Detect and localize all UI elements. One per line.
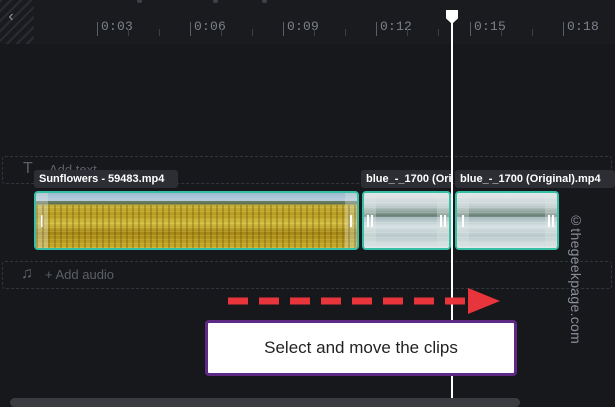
ruler-marker: [262, 0, 267, 3]
video-clip-blue-1[interactable]: [362, 191, 451, 250]
ruler-tick: [252, 29, 253, 36]
video-clip-blue-2[interactable]: [455, 191, 559, 250]
ruler-tick: [221, 29, 222, 36]
ruler-marker: [213, 0, 218, 3]
callout-text: Select and move the clips: [264, 338, 458, 357]
trim-handle-right[interactable]: [345, 193, 357, 248]
ruler-tick: [159, 29, 160, 36]
trim-handle-right[interactable]: [437, 193, 449, 248]
chevron-left-icon[interactable]: ‹: [3, 9, 19, 25]
ruler-tick: [345, 29, 346, 36]
ruler-tick: [190, 22, 191, 36]
add-audio-label[interactable]: + Add audio: [45, 267, 114, 282]
video-clip-sunflowers[interactable]: [34, 191, 359, 250]
ruler-tick: [501, 29, 502, 36]
clip-label-sunflowers: Sunflowers - 59483.mp4: [34, 170, 178, 188]
ruler-tick: [128, 29, 129, 36]
ruler-tick: [470, 22, 471, 36]
ruler-tick: [532, 29, 533, 36]
dashed-arrow-annotation: [228, 288, 500, 314]
instruction-callout: Select and move the clips: [205, 320, 517, 376]
trim-handle-left[interactable]: [36, 193, 48, 248]
clip-label-blue-1: blue_-_1700 (Ori: [361, 170, 453, 188]
horizontal-scrollbar[interactable]: [10, 398, 520, 407]
audio-track-lane[interactable]: ♫ + Add audio: [2, 261, 612, 289]
ruler-tick: [314, 29, 315, 36]
music-note-icon: ♫: [21, 265, 33, 282]
watermark: ©thegeekpage.com: [568, 212, 584, 345]
ruler-tick-label: 0:18: [567, 19, 600, 34]
timeline-ruler[interactable]: ‹ 0:03 0:06 0:09 0:12 0:15 0:18: [0, 0, 615, 44]
ruler-tick: [563, 22, 564, 36]
ruler-tick: [407, 29, 408, 36]
ruler-marker: [137, 0, 142, 3]
clip-label-blue-2: blue_-_1700 (Original).mp4: [455, 170, 615, 188]
ruler-tick: [283, 22, 284, 36]
trim-handle-left[interactable]: [364, 193, 376, 248]
ruler-tick: [97, 22, 98, 36]
trim-handle-left[interactable]: [457, 193, 469, 248]
trim-handle-right[interactable]: [545, 193, 557, 248]
ruler-tick: [376, 22, 377, 36]
text-icon: T: [23, 160, 33, 177]
ruler-tick: [438, 29, 439, 36]
